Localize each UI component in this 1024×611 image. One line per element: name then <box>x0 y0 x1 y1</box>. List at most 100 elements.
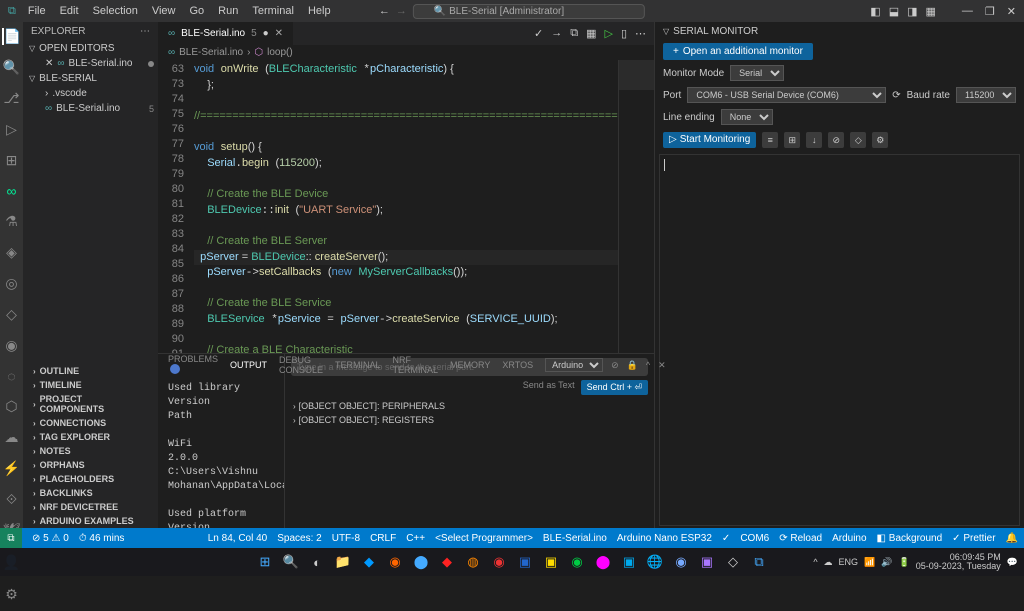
lock-icon[interactable]: 🔒 <box>627 360 638 371</box>
misc5-icon[interactable]: ⬡ <box>3 398 21 415</box>
menu-selection[interactable]: Selection <box>87 3 144 19</box>
layout-grid-icon[interactable]: ▦ <box>926 5 936 18</box>
status-programmer[interactable]: <Select Programmer> <box>435 533 533 544</box>
tb-ic1[interactable]: ◐ <box>306 551 328 573</box>
output-panel[interactable]: Used library Version Path WiFi 2.0.0 C:\… <box>158 376 284 528</box>
arduino-icon[interactable]: ∞ <box>3 183 21 199</box>
toolbar-ic2[interactable]: ▦ <box>586 27 596 40</box>
close-file-icon[interactable]: ✕ <box>45 58 53 69</box>
nrf-section[interactable]: ›NRF DEVICETREE <box>23 500 158 514</box>
panel-tab-problems[interactable]: PROBLEMS <box>168 354 218 376</box>
misc2-icon[interactable]: ◇ <box>3 306 21 323</box>
connections-section[interactable]: ›CONNECTIONS <box>23 416 158 430</box>
panel-tab-debug[interactable]: DEBUG CONSOLE <box>279 355 323 375</box>
tb-vscode-icon[interactable]: ⧉ <box>748 551 770 573</box>
panel-tab-xrtos[interactable]: XRTOS <box>502 360 533 370</box>
more-icon[interactable]: ⋯ <box>635 27 646 40</box>
tb-ic7[interactable]: ◍ <box>462 551 484 573</box>
menu-run[interactable]: Run <box>212 3 244 19</box>
menu-go[interactable]: Go <box>183 3 210 19</box>
tray-notif-icon[interactable]: 💬 <box>1007 557 1018 568</box>
status-prettier[interactable]: ✓ Prettier <box>952 533 995 544</box>
tb-ic11[interactable]: ◉ <box>566 551 588 573</box>
tb-search-icon[interactable]: 🔍 <box>280 551 302 573</box>
scm-icon[interactable]: ⎇ <box>3 90 21 107</box>
misc6-icon[interactable]: ☁ <box>3 429 21 446</box>
placeholders-section[interactable]: ›PLACEHOLDERS <box>23 472 158 486</box>
tb-chrome-icon[interactable]: 🌐 <box>644 551 666 573</box>
tray-clock[interactable]: 06:09:45 PM 05-09-2023, Tuesday <box>916 553 1001 571</box>
serial-output[interactable] <box>659 154 1020 526</box>
run-icon[interactable]: ▷ <box>604 27 612 40</box>
editor-tab[interactable]: ∞ BLE-Serial.ino 5 ● ✕ <box>158 22 294 45</box>
refresh-port-icon[interactable]: ⟳ <box>892 90 900 101</box>
verify-icon[interactable]: ✓ <box>534 27 543 40</box>
tb-ic17[interactable]: ◇ <box>722 551 744 573</box>
tb-ic15[interactable]: ◉ <box>670 551 692 573</box>
status-cursor[interactable]: Ln 84, Col 40 <box>208 533 268 544</box>
status-bg[interactable]: ◧ Background <box>877 533 943 544</box>
folder-vscode[interactable]: ›.vscode <box>23 86 158 101</box>
explorer-more-icon[interactable]: ⋯ <box>140 26 150 37</box>
toolbar-ic1[interactable]: ⧉ <box>570 27 578 40</box>
panel-tab-memory[interactable]: MEMORY <box>450 360 490 370</box>
serial-ic3[interactable]: ↓ <box>806 132 822 148</box>
test-icon[interactable]: ⚗ <box>3 213 21 230</box>
tag-explorer-section[interactable]: ›TAG EXPLORER <box>23 430 158 444</box>
layout-bottom-icon[interactable]: ⬓ <box>889 5 899 18</box>
layout-left-icon[interactable]: ◧ <box>870 5 880 18</box>
outline-section[interactable]: ›OUTLINE <box>23 364 158 378</box>
tb-ic9[interactable]: ▣ <box>514 551 536 573</box>
tb-ic6[interactable]: ◆ <box>436 551 458 573</box>
tray-onedrive-icon[interactable]: ☁ <box>824 557 833 568</box>
panel-tab-terminal[interactable]: TERMINAL <box>335 360 381 370</box>
status-arduino[interactable]: Arduino <box>832 533 866 544</box>
tb-ic12[interactable]: ⬤ <box>592 551 614 573</box>
breadcrumb[interactable]: ∞BLE-Serial.ino›⬡loop() <box>158 45 654 60</box>
peripherals-row[interactable]: ›[OBJECT OBJECT]: PERIPHERALS <box>285 399 654 413</box>
command-center[interactable]: 🔍 BLE-Serial [Administrator] <box>413 4 645 19</box>
close-panel-icon[interactable]: ✕ <box>658 360 666 371</box>
notes-section[interactable]: ›NOTES <box>23 444 158 458</box>
start-monitoring-button[interactable]: ▷Start Monitoring <box>663 132 756 148</box>
status-encoding[interactable]: UTF-8 <box>332 533 360 544</box>
misc3-icon[interactable]: ◉ <box>3 337 21 354</box>
arduino-examples-section[interactable]: ›ARDUINO EXAMPLES <box>23 514 158 528</box>
open-monitor-button[interactable]: +Open an additional monitor <box>663 43 813 60</box>
tray-battery-icon[interactable]: 🔋 <box>899 557 910 568</box>
misc1-icon[interactable]: ◎ <box>3 275 21 292</box>
upload-icon[interactable]: → <box>551 27 562 40</box>
open-editors-section[interactable]: ▽OPEN EDITORS <box>23 41 158 56</box>
tb-ic16[interactable]: ▣ <box>696 551 718 573</box>
misc7-icon[interactable]: ⚡ <box>3 460 21 477</box>
tb-ic4[interactable]: ◉ <box>384 551 406 573</box>
status-board[interactable]: Arduino Nano ESP32 <box>617 533 712 544</box>
tray-up-icon[interactable]: ^ <box>813 557 817 567</box>
open-editor-file[interactable]: ✕∞BLE-Serial.ino <box>23 56 158 71</box>
tb-ic5[interactable]: ⬤ <box>410 551 432 573</box>
status-eol[interactable]: CRLF <box>370 533 396 544</box>
serial-ic4[interactable]: ⊘ <box>828 132 844 148</box>
serial-ic2[interactable]: ⊞ <box>784 132 800 148</box>
layout-right-icon[interactable]: ◨ <box>907 5 917 18</box>
tb-explorer-icon[interactable]: 📁 <box>332 551 354 573</box>
status-check[interactable]: ✓ <box>722 533 730 544</box>
minimize-icon[interactable]: — <box>962 5 973 18</box>
tray-volume-icon[interactable]: 🔊 <box>881 557 892 568</box>
port-select[interactable]: COM6 - USB Serial Device (COM6) <box>687 87 886 103</box>
file-ble-serial[interactable]: ∞BLE-Serial.ino5 <box>23 101 158 116</box>
panel-tab-output[interactable]: OUTPUT <box>230 360 267 370</box>
send-button[interactable]: Send Ctrl + ⏎ <box>581 380 648 395</box>
send-mode[interactable]: Send as Text <box>523 380 575 395</box>
menu-terminal[interactable]: Terminal <box>246 3 300 19</box>
serial-settings-icon[interactable]: ⚙ <box>872 132 888 148</box>
settings-gear-icon[interactable]: ⚙ <box>3 585 21 603</box>
split-icon[interactable]: ▯ <box>621 27 627 40</box>
clear-icon[interactable]: ⊘ <box>611 360 619 371</box>
remote-indicator[interactable]: ⧉ <box>0 528 22 548</box>
debug-icon[interactable]: ▷ <box>3 121 21 138</box>
tab-close-icon[interactable]: ✕ <box>275 28 283 39</box>
remote-icon[interactable]: ◈ <box>3 244 21 261</box>
close-icon[interactable]: ✕ <box>1007 5 1016 18</box>
monitor-mode-select[interactable]: Serial <box>730 65 784 81</box>
